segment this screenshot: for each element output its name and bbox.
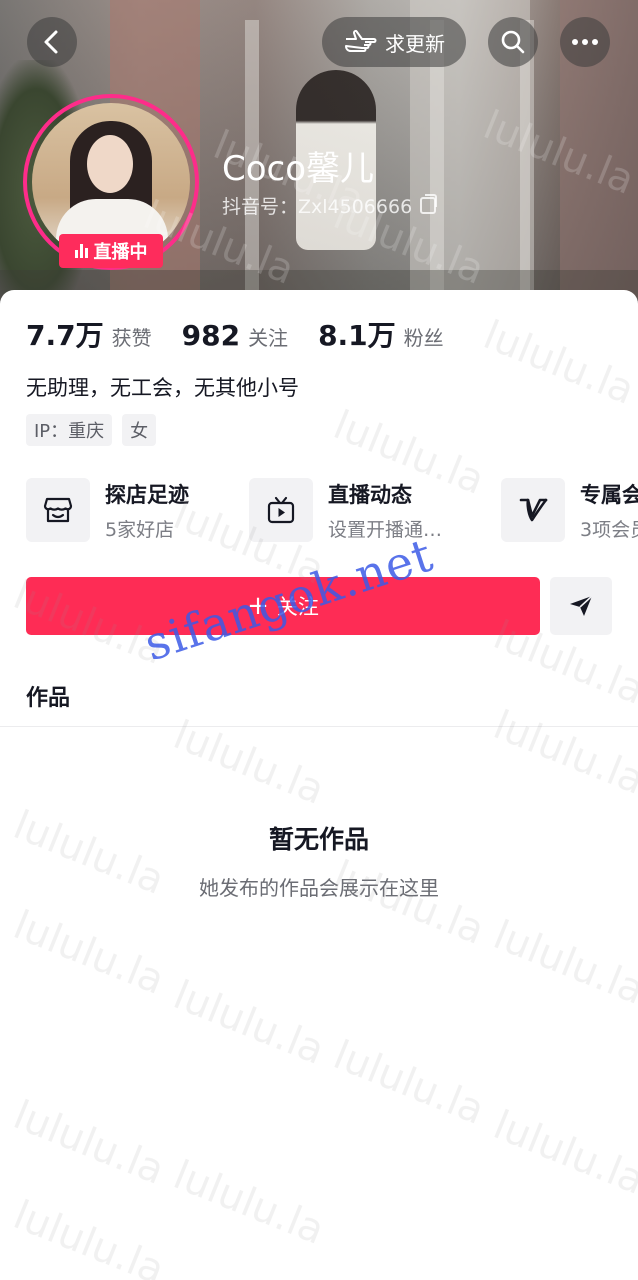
live-badge[interactable]: 直播中	[59, 234, 163, 268]
stat-value: 982	[181, 319, 241, 352]
stat-label: 获赞	[111, 326, 152, 350]
send-message-button[interactable]	[550, 577, 612, 635]
stat-following[interactable]: 982 关注	[182, 319, 288, 352]
stat-label: 粉丝	[403, 326, 444, 350]
search-icon	[501, 30, 525, 54]
stat-value: 7.7万	[26, 319, 104, 352]
request-update-button[interactable]: 求更新	[322, 17, 466, 67]
follow-button[interactable]: + 关注	[26, 577, 540, 635]
tab-divider	[0, 726, 638, 727]
request-update-label: 求更新	[385, 31, 445, 56]
more-dots-icon	[572, 39, 598, 45]
profile-tags: IP：重庆 女	[26, 414, 157, 446]
service-subtitle: 设置开播通…	[328, 518, 443, 541]
empty-state-subtitle: 她发布的作品会展示在这里	[199, 876, 439, 900]
search-button[interactable]	[488, 17, 538, 67]
plus-icon: +	[247, 591, 269, 621]
stats-row: 7.7万 获赞 982 关注 8.1万 粉丝	[26, 314, 474, 354]
shop-icon	[26, 478, 90, 542]
vip-icon	[501, 478, 565, 542]
profile-name: Coco馨儿	[222, 149, 375, 189]
tag-ip-location: IP：重庆	[26, 414, 113, 446]
douyin-id-row[interactable]: 抖音号：Zxl4506666	[222, 192, 438, 219]
profile-card: 7.7万 获赞 982 关注 8.1万 粉丝 无助理，无工会，无其他小号 IP：…	[0, 290, 638, 1280]
profile-bio: 无助理，无工会，无其他小号	[26, 376, 299, 400]
services-row: 探店足迹 5家好店 直播动态 设置开播通… 专属会 3项会	[26, 478, 638, 548]
service-live-updates[interactable]: 直播动态 设置开播通…	[249, 478, 442, 542]
empty-state-title: 暂无作品	[268, 825, 369, 854]
service-subtitle: 3项会员	[580, 518, 638, 541]
chevron-left-icon	[44, 30, 58, 54]
follow-label: 关注	[276, 595, 319, 619]
service-title: 探店足迹	[105, 482, 189, 507]
pointing-hand-icon	[345, 29, 377, 52]
service-shop-visits[interactable]: 探店足迹 5家好店	[26, 478, 189, 542]
service-title: 专属会	[580, 482, 638, 507]
stat-label: 关注	[248, 326, 289, 350]
tag-gender: 女	[122, 414, 157, 446]
tv-icon	[249, 478, 313, 542]
copy-icon[interactable]	[420, 194, 438, 214]
stat-likes[interactable]: 7.7万 获赞	[26, 314, 152, 354]
live-bars-icon	[74, 244, 88, 258]
service-subtitle: 5家好店	[105, 518, 175, 541]
douyin-id: 抖音号：Zxl4506666	[222, 196, 413, 218]
back-button[interactable]	[27, 17, 77, 67]
send-icon	[570, 595, 593, 616]
stat-value: 8.1万	[318, 319, 396, 352]
service-membership[interactable]: 专属会 3项会员	[501, 478, 638, 542]
tab-works[interactable]: 作品	[26, 680, 70, 712]
live-label: 直播中	[93, 242, 148, 263]
more-button[interactable]	[560, 17, 610, 67]
stat-followers[interactable]: 8.1万 粉丝	[318, 314, 444, 354]
service-title: 直播动态	[328, 482, 412, 507]
